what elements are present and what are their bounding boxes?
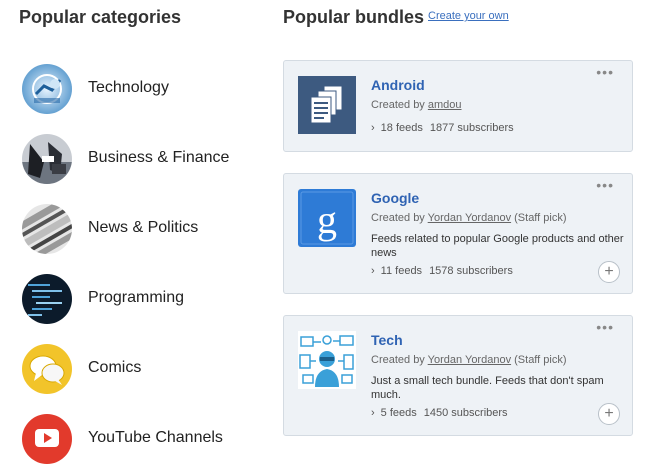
add-bundle-button[interactable]: +: [598, 403, 620, 425]
news-icon: [22, 204, 72, 254]
technology-icon: [22, 64, 72, 114]
more-options-icon[interactable]: •••: [596, 65, 614, 79]
feeds-count: 11 feeds: [380, 265, 423, 277]
bundle-title[interactable]: Tech: [371, 332, 403, 348]
chevron-right-icon: ›: [371, 407, 375, 419]
subscribers-count: 1877 subscribers: [429, 122, 514, 134]
category-label: YouTube Channels: [88, 429, 223, 446]
staff-pick-text: (Staff pick): [511, 354, 567, 366]
category-news-politics[interactable]: News & Politics: [22, 204, 262, 256]
comics-icon: [22, 344, 72, 394]
created-by-text: Created by: [371, 99, 428, 111]
business-icon: [22, 134, 72, 184]
documents-icon: [298, 76, 356, 134]
youtube-icon: [22, 414, 72, 464]
popular-bundles-heading: Popular bundles: [283, 7, 425, 27]
category-label: News & Politics: [88, 219, 199, 236]
bundle-stats[interactable]: › 18 feeds 1877 subscribers: [371, 122, 514, 134]
staff-pick-text: (Staff pick): [511, 212, 567, 224]
bundle-author-line: Created by Yordan Yordanov (Staff pick): [371, 354, 567, 366]
category-label: Technology: [88, 79, 169, 96]
category-programming[interactable]: Programming: [22, 274, 262, 326]
tech-icon: [298, 331, 356, 389]
author-link[interactable]: amdou: [428, 99, 462, 111]
bundle-title[interactable]: Google: [371, 190, 419, 206]
category-comics[interactable]: Comics: [22, 344, 262, 396]
author-link[interactable]: Yordan Yordanov: [428, 354, 511, 366]
category-label: Comics: [88, 359, 142, 376]
programming-icon: [22, 274, 72, 324]
chevron-right-icon: ›: [371, 122, 375, 134]
popular-categories-heading: Popular categories: [19, 7, 182, 27]
create-your-own-link[interactable]: Create your own: [428, 10, 509, 22]
author-link[interactable]: Yordan Yordanov: [428, 212, 511, 224]
category-technology[interactable]: Technology: [22, 64, 262, 116]
bundle-stats[interactable]: › 5 feeds 1450 subscribers: [371, 407, 508, 419]
category-youtube-channels[interactable]: YouTube Channels: [22, 414, 262, 466]
category-label: Programming: [88, 289, 185, 306]
bundle-description: Just a small tech bundle. Feeds that don…: [371, 375, 604, 401]
created-by-text: Created by: [371, 354, 428, 366]
category-business-finance[interactable]: Business & Finance: [22, 134, 262, 186]
google-icon: g: [298, 189, 356, 247]
more-options-icon[interactable]: •••: [596, 320, 614, 334]
more-options-icon[interactable]: •••: [596, 178, 614, 192]
category-label: Business & Finance: [88, 149, 230, 166]
bundle-card-android[interactable]: Android Created by amdou › 18 feeds 1877 s…: [283, 60, 633, 152]
bundle-card-google[interactable]: g Google Created by Yordan Yordanov (Sta…: [283, 173, 633, 294]
bundle-stats[interactable]: › 11 feeds 1578 subscribers: [371, 265, 513, 277]
chevron-right-icon: ›: [371, 265, 375, 277]
svg-text:g: g: [317, 197, 337, 242]
feeds-count: 5 feeds: [380, 407, 417, 419]
feeds-count: 18 feeds: [380, 122, 423, 134]
created-by-text: Created by: [371, 212, 428, 224]
bundle-author-line: Created by Yordan Yordanov (Staff pick): [371, 212, 567, 224]
add-bundle-button[interactable]: +: [598, 261, 620, 283]
bundle-title[interactable]: Android: [371, 77, 425, 93]
bundle-card-tech[interactable]: Tech Created by Yordan Yordanov (Staff p…: [283, 315, 633, 436]
subscribers-count: 1450 subscribers: [423, 407, 508, 419]
bundle-author-line: Created by amdou: [371, 99, 462, 111]
subscribers-count: 1578 subscribers: [429, 265, 513, 277]
bundle-description: Feeds related to popular Google products…: [371, 233, 624, 259]
